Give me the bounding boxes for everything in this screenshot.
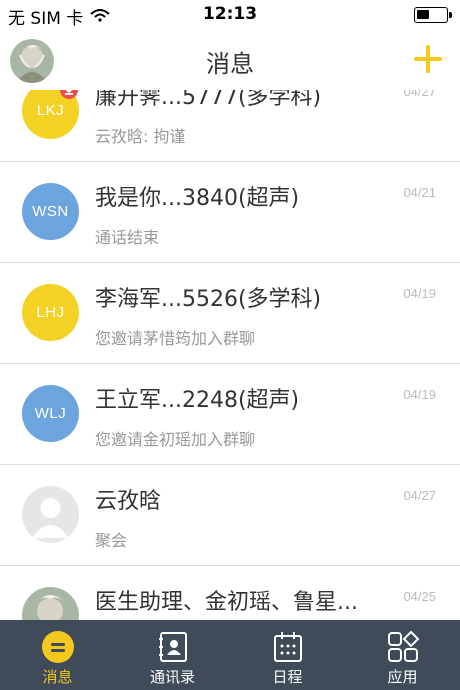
- page-title: 消息: [206, 50, 254, 78]
- status-bar: 无 SIM 卡 12:13: [0, 0, 460, 30]
- conversation-date: 04/27: [403, 488, 436, 503]
- tab-label: 应用: [387, 668, 418, 686]
- tab-label: 日程: [272, 668, 303, 686]
- contact-avatar: LHJ: [22, 284, 79, 341]
- conversation-row[interactable]: WSN 我是你...3840(超声) 04/21 通话结束: [0, 162, 460, 263]
- user-avatar[interactable]: [10, 39, 54, 83]
- conversation-preview: 您邀请茅惜筠加入群聊: [95, 329, 256, 348]
- message-icon: [41, 630, 75, 664]
- battery-icon: [414, 7, 452, 23]
- contact-avatar: WSN: [22, 183, 79, 240]
- apps-icon: [386, 630, 420, 664]
- group-avatar: [22, 587, 79, 620]
- tab-label: 消息: [42, 668, 73, 686]
- conversation-row[interactable]: 医生助理、金初瑶、鲁星... 04/25: [0, 566, 460, 620]
- status-time: 12:13: [202, 4, 258, 24]
- conversation-date: 04/19: [403, 387, 436, 402]
- add-button[interactable]: [414, 45, 442, 73]
- conversation-name: 云孜晗: [95, 489, 162, 514]
- conversation-preview: 聚会: [95, 531, 128, 550]
- conversation-date: 04/19: [403, 286, 436, 301]
- battery-level: [417, 10, 429, 19]
- tab-schedule[interactable]: 日程: [230, 620, 345, 690]
- conversation-preview: 您邀请金初瑶加入群聊: [95, 430, 256, 449]
- conversation-list[interactable]: LKJ 廉开霁...5777(多学科) 04/27 云孜晗: 拘谨 WSN 我是…: [0, 90, 460, 620]
- conversation-name: 廉开霁...5777(多学科): [95, 90, 322, 110]
- conversation-row[interactable]: LHJ 李海军...5526(多学科) 04/19 您邀请茅惜筠加入群聊: [0, 263, 460, 364]
- tab-label: 通讯录: [149, 668, 195, 686]
- default-person-avatar-icon: [22, 486, 79, 543]
- tab-messages[interactable]: 消息: [0, 620, 115, 690]
- conversation-date: 04/27: [403, 90, 436, 99]
- conversation-date: 04/21: [403, 185, 436, 200]
- conversation-name: 我是你...3840(超声): [95, 186, 300, 211]
- conversation-name: 医生助理、金初瑶、鲁星...: [95, 590, 358, 615]
- conversation-preview: 通话结束: [95, 228, 160, 247]
- conversation-name: 王立军...2248(超声): [95, 388, 300, 413]
- tab-contacts[interactable]: 通讯录: [115, 620, 230, 690]
- conversation-row[interactable]: WLJ 王立军...2248(超声) 04/19 您邀请金初瑶加入群聊: [0, 364, 460, 465]
- conversation-date: 04/25: [403, 589, 436, 604]
- contacts-icon: [156, 630, 190, 664]
- tab-bar: 消息 通讯录 日程 应用: [0, 620, 460, 690]
- contact-avatar: WLJ: [22, 385, 79, 442]
- tab-apps[interactable]: 应用: [345, 620, 460, 690]
- calendar-icon: [271, 630, 305, 664]
- conversation-row[interactable]: 云孜晗 04/27 聚会: [0, 465, 460, 566]
- notification-badge-icon: [60, 90, 78, 99]
- conversation-preview: 云孜晗: 拘谨: [95, 127, 186, 146]
- header: 消息: [0, 30, 460, 90]
- conversation-name: 李海军...5526(多学科): [95, 287, 322, 312]
- conversation-row[interactable]: LKJ 廉开霁...5777(多学科) 04/27 云孜晗: 拘谨: [0, 90, 460, 162]
